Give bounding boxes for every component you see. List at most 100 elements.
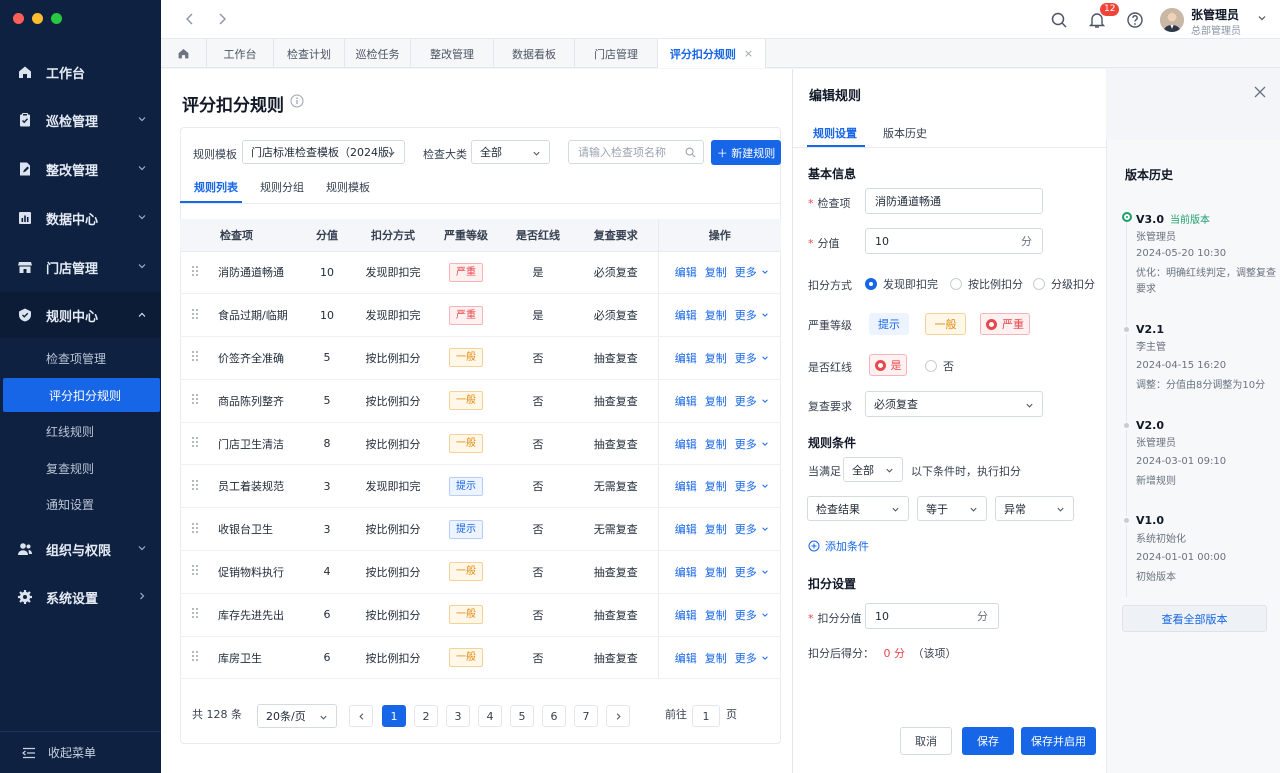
prev-page-button[interactable]	[349, 705, 373, 727]
redline-radio-no[interactable]: 否	[925, 358, 954, 374]
close-icon[interactable]	[1254, 86, 1266, 98]
copy-link[interactable]: 复制	[705, 480, 727, 493]
new-rule-button[interactable]: ＋ 新建规则	[711, 140, 781, 165]
more-link[interactable]: 更多	[735, 309, 757, 322]
avatar[interactable]	[1160, 8, 1184, 32]
copy-link[interactable]: 复制	[705, 266, 727, 279]
sidebar-item-data-center[interactable]: 数据中心	[0, 198, 161, 238]
page-button[interactable]: 5	[510, 705, 534, 727]
more-link[interactable]: 更多	[735, 480, 757, 493]
condition-field-select[interactable]: 检查结果	[807, 496, 909, 521]
add-condition-button[interactable]: 添加条件	[808, 538, 869, 554]
drag-handle-icon[interactable]	[180, 507, 210, 552]
review-select[interactable]: 必须复查	[865, 391, 1043, 417]
copy-link[interactable]: 复制	[705, 438, 727, 451]
more-link[interactable]: 更多	[735, 352, 757, 365]
edit-link[interactable]: 编辑	[675, 609, 697, 622]
chevron-down-icon[interactable]	[761, 654, 769, 662]
next-page-button[interactable]	[606, 705, 630, 727]
edit-link[interactable]: 编辑	[675, 480, 697, 493]
chevron-down-icon[interactable]	[761, 268, 769, 276]
more-link[interactable]: 更多	[735, 609, 757, 622]
sidebar-item-settings[interactable]: 系统设置	[0, 577, 161, 617]
tab-dashboard[interactable]: 数据看板	[494, 39, 575, 68]
page-button[interactable]: 4	[478, 705, 502, 727]
condition-operator-select[interactable]: 等于	[917, 496, 987, 521]
sidebar-item-rules-center[interactable]: 规则中心	[0, 292, 161, 338]
sidebar-item-inspection[interactable]: 巡检管理	[0, 100, 161, 140]
edit-link[interactable]: 编辑	[675, 566, 697, 579]
edit-link[interactable]: 编辑	[675, 652, 697, 665]
level-chip-hint[interactable]: 提示	[869, 313, 909, 335]
chevron-down-icon[interactable]	[761, 611, 769, 619]
tab-version-history[interactable]: 版本历史	[883, 125, 927, 141]
version-name[interactable]: V3.0 当前版本	[1136, 211, 1210, 226]
template-select[interactable]: 门店标准检查模板（2024版）	[242, 140, 405, 164]
condition-value-select[interactable]: 异常	[995, 496, 1074, 521]
edit-link[interactable]: 编辑	[675, 309, 697, 322]
help-icon[interactable]	[1126, 11, 1144, 29]
info-icon[interactable]	[290, 94, 304, 108]
copy-link[interactable]: 复制	[705, 352, 727, 365]
subtab-rule-template[interactable]: 规则模板	[326, 179, 370, 195]
more-link[interactable]: 更多	[735, 395, 757, 408]
page-size-select[interactable]: 20条/页	[257, 704, 337, 728]
sidebar-subitem-scoring-rules[interactable]: 评分扣分规则	[3, 378, 160, 412]
condition-scope-select[interactable]: 全部	[843, 457, 903, 482]
page-button[interactable]: 2	[414, 705, 438, 727]
drag-handle-icon[interactable]	[180, 464, 210, 509]
drag-handle-icon[interactable]	[180, 550, 210, 594]
page-button[interactable]: 3	[446, 705, 470, 727]
tab-rectify[interactable]: 整改管理	[411, 39, 494, 68]
chevron-down-icon[interactable]	[761, 397, 769, 405]
tab-store[interactable]: 门店管理	[575, 39, 658, 68]
copy-link[interactable]: 复制	[705, 566, 727, 579]
drag-handle-icon[interactable]	[180, 422, 210, 466]
version-name[interactable]: V1.0	[1136, 514, 1164, 527]
minimize-window-button[interactable]	[32, 13, 43, 24]
tab-check-plan[interactable]: 检查计划	[274, 39, 345, 68]
tab-patrol-task[interactable]: 巡检任务	[345, 39, 411, 68]
maximize-window-button[interactable]	[51, 13, 62, 24]
chevron-down-icon[interactable]	[761, 311, 769, 319]
copy-link[interactable]: 复制	[705, 309, 727, 322]
tab-rule-settings[interactable]: 规则设置	[813, 125, 857, 141]
tab-scoring-rules[interactable]: 评分扣分规则 ×	[658, 39, 766, 68]
chevron-down-icon[interactable]	[761, 482, 769, 490]
sidebar-item-workbench[interactable]: 工作台	[0, 52, 161, 92]
sidebar-item-rectify[interactable]: 整改管理	[0, 149, 161, 189]
deduct-score-input[interactable]: 10 分	[865, 603, 999, 629]
edit-link[interactable]: 编辑	[675, 438, 697, 451]
save-button[interactable]: 保存	[962, 727, 1014, 755]
page-button[interactable]: 7	[574, 705, 598, 727]
save-enable-button[interactable]: 保存并启用	[1021, 727, 1096, 755]
cancel-button[interactable]: 取消	[900, 727, 952, 755]
drag-handle-icon[interactable]	[180, 636, 210, 680]
copy-link[interactable]: 复制	[705, 395, 727, 408]
method-radio-graded[interactable]: 分级扣分	[1033, 276, 1095, 292]
method-radio-instant[interactable]: 发现即扣完	[865, 276, 938, 292]
check-item-input[interactable]: 消防通道畅通	[865, 188, 1043, 214]
score-input[interactable]: 10 分	[865, 228, 1043, 254]
drag-handle-icon[interactable]	[180, 336, 210, 380]
edit-link[interactable]: 编辑	[675, 352, 697, 365]
close-window-button[interactable]	[13, 13, 24, 24]
chevron-down-icon[interactable]	[761, 568, 769, 576]
sidebar-subitem-notification[interactable]: 通知设置	[0, 487, 161, 521]
version-name[interactable]: V2.0	[1136, 419, 1164, 432]
edit-link[interactable]: 编辑	[675, 266, 697, 279]
subtab-rule-group[interactable]: 规则分组	[260, 179, 304, 195]
version-name[interactable]: V2.1	[1136, 323, 1164, 336]
copy-link[interactable]: 复制	[705, 523, 727, 536]
drag-handle-icon[interactable]	[180, 293, 210, 338]
category-select[interactable]: 全部	[471, 140, 550, 164]
sidebar-subitem-check-items[interactable]: 检查项管理	[0, 341, 161, 375]
collapse-menu-button[interactable]: 收起菜单	[0, 731, 161, 773]
redline-radio-yes[interactable]: 是	[869, 354, 907, 376]
copy-link[interactable]: 复制	[705, 652, 727, 665]
copy-link[interactable]: 复制	[705, 609, 727, 622]
drag-handle-icon[interactable]	[180, 593, 210, 637]
chevron-down-icon[interactable]	[761, 525, 769, 533]
drag-handle-icon[interactable]	[180, 251, 210, 295]
edit-link[interactable]: 编辑	[675, 395, 697, 408]
